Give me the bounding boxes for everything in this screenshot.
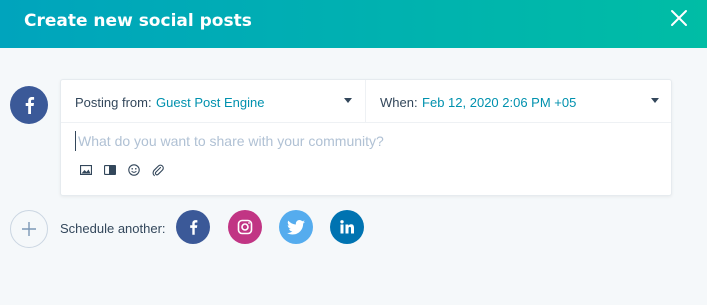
post-content-input[interactable] [75,131,655,151]
posting-from-label: Posting from: [75,95,152,110]
linkedin-icon [340,220,354,234]
posting-from-dropdown[interactable]: Posting from: Guest Post Engine [61,80,366,123]
schedule-instagram-button[interactable] [228,210,262,244]
chevron-down-icon [344,98,352,103]
when-label: When: [380,95,418,110]
composer-toolbar [79,163,165,177]
schedule-another-label: Schedule another: [60,221,166,236]
facebook-icon [190,220,198,235]
plus-icon [22,222,36,236]
when-dropdown[interactable]: When: Feb 12, 2020 2:06 PM +05 [366,80,673,123]
modal-title: Create new social posts [24,11,252,31]
twitter-icon [287,219,305,235]
video-icon[interactable] [103,163,117,177]
add-account-button[interactable] [10,210,48,248]
schedule-facebook-button[interactable] [176,210,210,244]
modal-header: Create new social posts [0,0,707,48]
facebook-icon [25,97,35,114]
close-icon [671,10,687,26]
account-avatar [10,86,48,124]
when-value: Feb 12, 2020 2:06 PM +05 [422,95,577,110]
composer-settings-row: Posting from: Guest Post Engine When: Fe… [61,80,671,123]
schedule-linkedin-button[interactable] [330,210,364,244]
schedule-twitter-button[interactable] [279,210,313,244]
post-composer: Posting from: Guest Post Engine When: Fe… [60,79,672,196]
close-button[interactable] [670,9,688,27]
image-icon[interactable] [79,163,93,177]
instagram-icon [237,219,253,235]
chevron-down-icon [651,98,659,103]
attachment-icon[interactable] [151,163,165,177]
emoji-icon[interactable] [127,163,141,177]
posting-from-value: Guest Post Engine [156,95,265,110]
